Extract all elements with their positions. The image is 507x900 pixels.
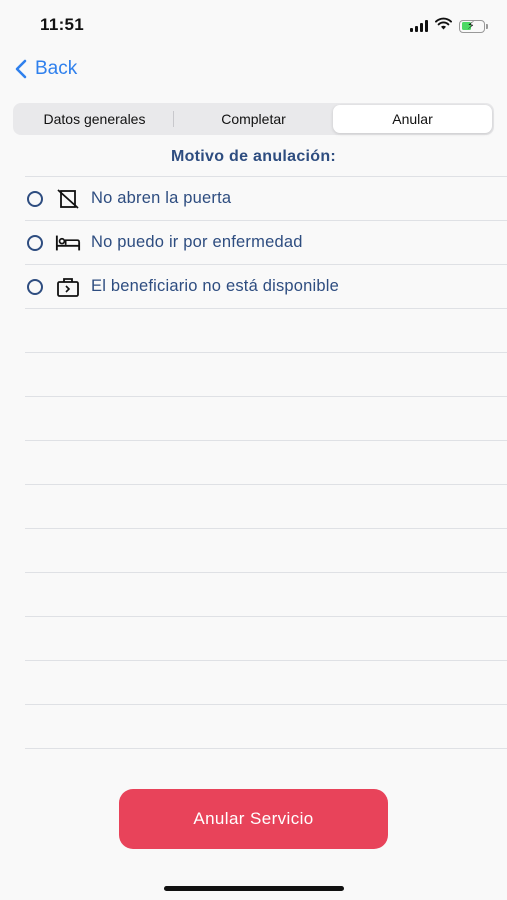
section-title: Motivo de anulación: bbox=[170, 148, 337, 165]
reason-row-enfermedad[interactable]: No puedo ir por enfermedad bbox=[25, 221, 507, 265]
anular-servicio-button[interactable]: Anular Servicio bbox=[119, 789, 388, 849]
home-indicator bbox=[164, 886, 344, 891]
tab-completar[interactable]: Completar bbox=[174, 105, 333, 133]
back-button[interactable]: Back bbox=[15, 58, 77, 80]
reason-row-no-abren[interactable]: No abren la puerta bbox=[25, 177, 507, 221]
reason-row-no-disponible[interactable]: El beneficiario no está disponible bbox=[25, 265, 507, 309]
reason-label: El beneficiario no está disponible bbox=[91, 277, 340, 295]
status-icons: ⚡ bbox=[410, 17, 488, 35]
wifi-icon bbox=[435, 17, 452, 35]
empty-row bbox=[25, 397, 507, 441]
empty-row bbox=[25, 353, 507, 397]
empty-row bbox=[25, 529, 507, 573]
reason-label: No abren la puerta bbox=[91, 189, 232, 207]
navigation-bar: Back bbox=[0, 50, 507, 94]
radio-button[interactable] bbox=[27, 190, 43, 207]
back-label: Back bbox=[35, 58, 78, 79]
segmented-control: Datos generales Completar Anular bbox=[13, 103, 494, 135]
reason-label: No puedo ir por enfermedad bbox=[91, 233, 303, 251]
empty-row bbox=[25, 309, 507, 353]
status-time: 11:51 bbox=[40, 15, 85, 34]
radio-button[interactable] bbox=[27, 278, 43, 295]
reason-list: No abren la puerta No puedo ir por enfer… bbox=[25, 176, 507, 749]
door-closed-icon bbox=[55, 188, 81, 209]
cellular-signal-icon bbox=[410, 20, 428, 32]
status-bar: 11:51 ⚡ bbox=[0, 0, 507, 50]
empty-row bbox=[25, 485, 507, 529]
tab-datos-generales[interactable]: Datos generales bbox=[15, 105, 174, 133]
bed-icon bbox=[55, 233, 81, 253]
empty-row bbox=[25, 705, 507, 749]
tab-anular[interactable]: Anular bbox=[333, 105, 492, 133]
empty-row bbox=[25, 617, 507, 661]
empty-row bbox=[25, 441, 507, 485]
battery-icon: ⚡ bbox=[459, 19, 488, 33]
suitcase-icon bbox=[55, 277, 81, 297]
radio-button[interactable] bbox=[27, 234, 43, 251]
empty-row bbox=[25, 573, 507, 617]
chevron-left-icon bbox=[15, 59, 27, 79]
empty-row bbox=[25, 661, 507, 705]
